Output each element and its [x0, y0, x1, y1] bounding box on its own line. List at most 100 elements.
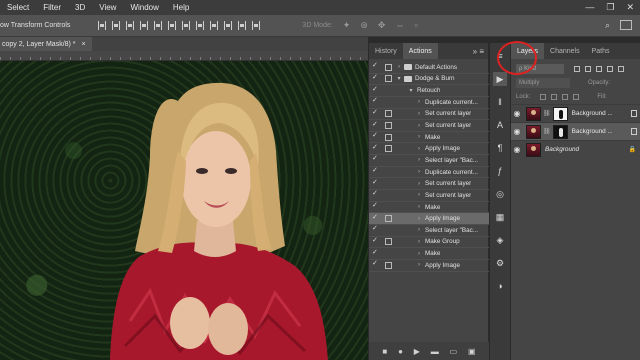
distribute-bottom-icon[interactable] [210, 21, 219, 30]
dialog-toggle-icon[interactable] [385, 204, 392, 211]
action-row[interactable]: ›Make [369, 248, 489, 260]
layer-thumbnail[interactable] [526, 142, 541, 157]
visibility-eye-icon[interactable]: ◉ [511, 127, 523, 136]
dialog-toggle-icon[interactable] [385, 227, 392, 234]
new-set-icon[interactable]: ▬ [431, 347, 439, 356]
filter-smart-icon[interactable] [618, 66, 624, 72]
libraries-icon[interactable]: ⚙ [493, 256, 507, 270]
check-icon[interactable] [372, 166, 379, 175]
check-icon[interactable] [372, 178, 379, 187]
action-row[interactable]: ›Apply Image [369, 143, 489, 156]
layer-thumbnail[interactable] [526, 106, 541, 121]
dialog-toggle-icon[interactable] [385, 250, 392, 257]
expand-arrow-icon[interactable]: › [416, 262, 422, 268]
workspace-icon[interactable] [620, 20, 632, 30]
filter-shape-icon[interactable] [607, 66, 613, 72]
dialog-toggle-icon[interactable] [385, 180, 392, 187]
filter-adjust-icon[interactable] [585, 66, 591, 72]
panel-menu-icon[interactable]: » ≡ [473, 47, 484, 56]
layer-row[interactable]: ◉ Background 🔒 [511, 140, 640, 158]
visibility-eye-icon[interactable]: ◉ [511, 145, 523, 154]
action-row[interactable]: ›Apply Image [369, 259, 489, 272]
align-right-icon[interactable] [168, 21, 177, 30]
layer-name[interactable]: Background ... [572, 110, 612, 117]
align-hcenter-icon[interactable] [154, 21, 163, 30]
check-icon[interactable] [372, 236, 379, 245]
dialog-toggle-icon[interactable] [385, 145, 392, 153]
align-left-icon[interactable] [140, 21, 149, 30]
dialog-toggle-icon[interactable] [385, 110, 392, 118]
adjustments-icon[interactable]: ◈ [493, 233, 507, 247]
swatches-icon[interactable]: ▦ [493, 210, 507, 224]
dialog-toggle-icon[interactable] [385, 133, 392, 141]
menu-filter[interactable]: Filter [36, 3, 68, 12]
paragraph-icon[interactable]: ¶ [493, 141, 507, 155]
action-row[interactable]: ›Select layer "Bac... [369, 224, 489, 237]
menu-view[interactable]: View [92, 3, 123, 12]
action-row[interactable]: ›Select layer "Bac... [369, 154, 489, 167]
show-transform-controls-label[interactable]: ow Transform Controls [0, 22, 70, 29]
check-icon[interactable] [372, 61, 379, 70]
action-row[interactable]: ▾Retouch [369, 85, 489, 97]
expand-arrow-icon[interactable]: › [416, 216, 422, 222]
dialog-toggle-icon[interactable] [385, 63, 392, 71]
action-row[interactable]: ▾ Dodge & Burn [369, 73, 489, 86]
navigator-icon[interactable]: ◑ [493, 279, 507, 293]
distribute-right-icon[interactable] [252, 21, 261, 30]
menu-window[interactable]: Window [123, 3, 165, 12]
layer-row[interactable]: ◉ ⛓ Background ... [511, 122, 640, 140]
dialog-toggle-icon[interactable] [385, 169, 392, 176]
distribute-left-icon[interactable] [224, 21, 233, 30]
check-icon[interactable] [372, 154, 379, 163]
dialog-toggle-icon[interactable] [385, 75, 392, 83]
check-icon[interactable] [372, 108, 379, 117]
expand-arrow-icon[interactable]: › [416, 227, 422, 233]
menu-3d[interactable]: 3D [68, 3, 92, 12]
check-icon[interactable] [372, 96, 379, 105]
distribute-vcenter-icon[interactable] [196, 21, 205, 30]
distribute-top-icon[interactable] [182, 21, 191, 30]
document-canvas[interactable] [0, 61, 368, 360]
check-icon[interactable] [372, 73, 379, 82]
record-icon[interactable]: ● [398, 347, 403, 356]
lock-move-icon[interactable] [562, 94, 569, 100]
layer-thumbnail[interactable] [526, 124, 541, 139]
play-icon[interactable]: ▶ [414, 347, 420, 356]
expand-arrow-icon[interactable]: › [416, 111, 422, 117]
layer-name[interactable]: Background [545, 146, 605, 153]
action-row[interactable]: ›Duplicate current... [369, 96, 489, 109]
dialog-toggle-icon[interactable] [385, 99, 392, 106]
expand-arrow-icon[interactable]: › [416, 251, 422, 257]
menu-help[interactable]: Help [166, 3, 196, 12]
expand-arrow-icon[interactable]: ▾ [396, 75, 402, 82]
restore-icon[interactable]: ❐ [606, 2, 614, 13]
expand-arrow-icon[interactable]: › [416, 169, 422, 175]
actions-play-icon[interactable]: ▶ [493, 72, 507, 86]
layer-mask-thumbnail[interactable] [552, 106, 568, 121]
check-icon[interactable] [372, 120, 379, 129]
minimize-icon[interactable]: — [585, 2, 594, 13]
align-top-icon[interactable] [98, 21, 107, 30]
align-vcenter-icon[interactable] [112, 21, 121, 30]
tab-history[interactable]: History [369, 43, 403, 59]
new-action-icon[interactable]: ▭ [450, 347, 458, 356]
action-row[interactable]: ›Apply Image [369, 213, 489, 225]
expand-arrow-icon[interactable]: › [416, 134, 422, 140]
action-row[interactable]: ›Set current layer [369, 108, 489, 121]
close-icon[interactable]: ✕ [626, 2, 634, 13]
link-icon[interactable]: ⛓ [543, 128, 551, 135]
lock-paint-icon[interactable] [551, 94, 558, 100]
stop-icon[interactable]: ■ [382, 347, 387, 356]
tab-actions[interactable]: Actions [402, 43, 438, 59]
layer-name[interactable]: Background ... [572, 128, 612, 135]
action-row[interactable]: ›Duplicate current... [369, 166, 489, 179]
check-icon[interactable] [372, 248, 379, 257]
expand-arrow-icon[interactable]: › [416, 157, 422, 163]
check-icon[interactable] [372, 213, 379, 222]
glyphs-icon[interactable]: ƒ [493, 164, 507, 178]
properties-icon[interactable]: ǁ [493, 95, 507, 109]
dialog-toggle-icon[interactable] [385, 87, 392, 94]
3d-orbit-icon[interactable]: ✦ [343, 20, 351, 31]
expand-arrow-icon[interactable]: › [416, 239, 422, 245]
dialog-toggle-icon[interactable] [385, 122, 392, 130]
